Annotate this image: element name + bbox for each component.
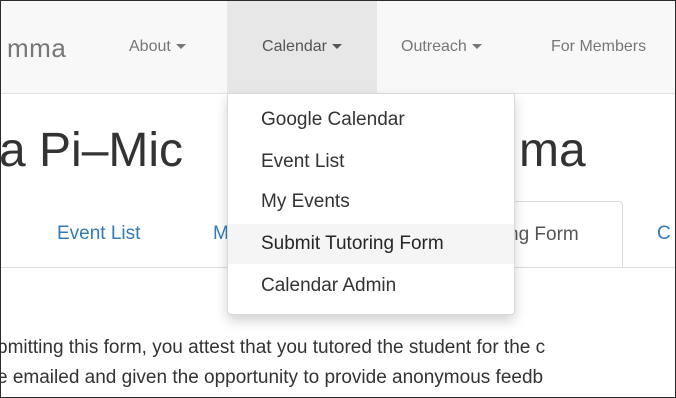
nav-calendar[interactable]: Calendar [227,1,377,93]
page-title: a Pi–Mic [0,123,184,178]
nav-calendar-label: Calendar [262,38,327,55]
nav-outreach[interactable]: Outreach [401,1,482,93]
body-line-1: bmitting this form, you attest that you … [0,337,546,358]
nav-about[interactable]: About [105,1,210,93]
calendar-dropdown-menu: Google Calendar Event List My Events Sub… [227,93,515,315]
page-title-right: ma [519,123,586,178]
caret-down-icon [331,44,342,50]
nav-outreach-label: Outreach [401,38,467,55]
menu-item-submit-tutoring-form[interactable]: Submit Tutoring Form [228,224,514,264]
menu-item-my-events[interactable]: My Events [228,182,514,222]
page-title-right-text: ma [519,124,586,177]
navbar: mma About Calendar Outreach For Members [1,1,675,94]
nav-for-members-label: For Members [551,38,647,55]
tab-event-list[interactable]: Event List [57,201,140,267]
caret-down-icon [471,44,482,50]
nav-for-members[interactable]: For Members [551,1,646,93]
menu-item-event-list[interactable]: Event List [228,142,514,182]
nav-about-label: About [129,38,171,55]
menu-item-google-calendar[interactable]: Google Calendar [228,100,514,140]
caret-down-icon [175,44,186,50]
tab-calendar-admin[interactable]: C [657,201,671,267]
body-line-2: e emailed and given the opportunity to p… [0,367,544,388]
menu-item-calendar-admin[interactable]: Calendar Admin [228,266,514,306]
browser-viewport: mma About Calendar Outreach For Members … [0,0,676,398]
navbar-brand[interactable]: mma [7,33,66,64]
page-title-left: a Pi–Mic [0,124,184,177]
